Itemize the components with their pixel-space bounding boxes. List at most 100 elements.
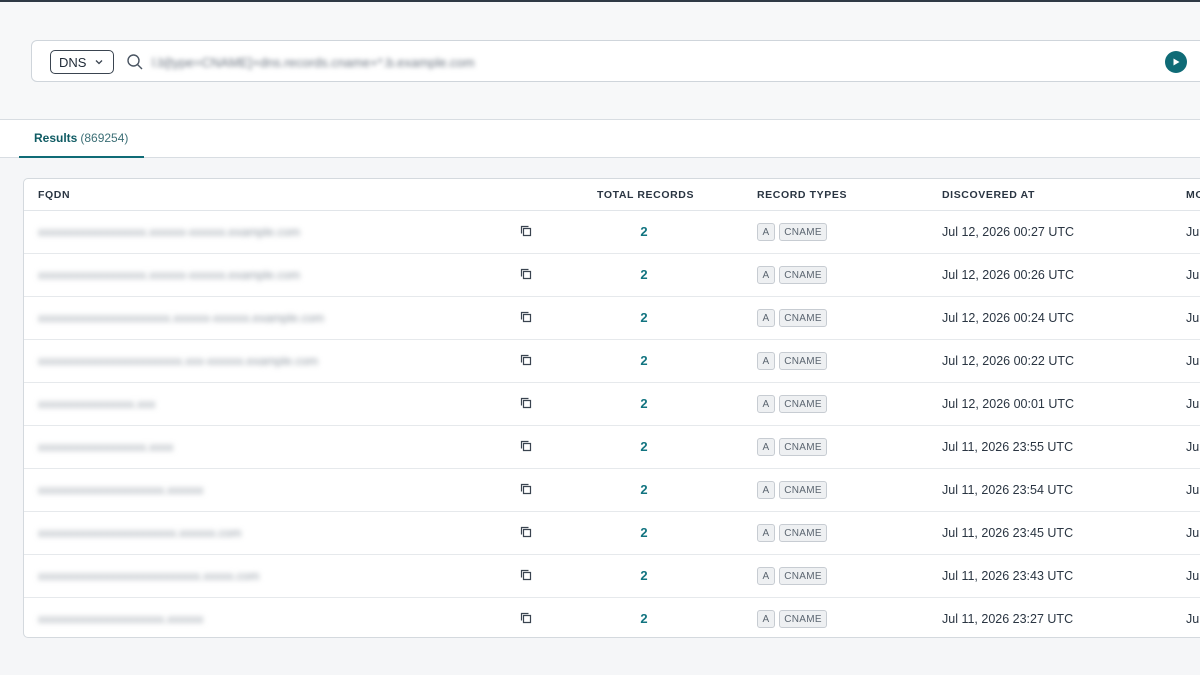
column-header-discovered-at[interactable]: DISCOVERED AT [942, 189, 1035, 201]
record-type-badge-cname: CNAME [779, 438, 827, 456]
record-type-select[interactable]: DNS [50, 50, 114, 74]
total-records-link[interactable]: 2 [624, 310, 664, 325]
table-row[interactable]: xxxxxxxxxxxxxxxxxxxxxx.xxxxxx-xxxxxx.exa… [24, 297, 1200, 340]
discovered-at-value: Jul 12, 2026 00:01 UTC [942, 397, 1075, 411]
copy-icon[interactable] [519, 224, 533, 238]
record-type-badge-cname: CNAME [779, 352, 827, 370]
discovered-at-value: Jul 11, 2026 23:27 UTC [942, 612, 1074, 626]
table-row[interactable]: xxxxxxxxxxxxxxxxxxxxxxxx.xxx-xxxxxx.exam… [24, 340, 1200, 383]
record-type-badge-cname: CNAME [779, 266, 827, 284]
modified-at-value: Ju [1186, 397, 1200, 411]
record-type-badge-a: A [757, 481, 775, 499]
record-type-badge-cname: CNAME [779, 481, 827, 499]
record-type-badge-a: A [757, 567, 775, 585]
modified-at-value: Ju [1186, 354, 1200, 368]
fqdn-value[interactable]: xxxxxxxxxxxxxxxxxxxxxxxx.xxx-xxxxxx.exam… [38, 354, 318, 368]
column-header-total-records[interactable]: TOTAL RECORDS [597, 189, 694, 201]
table-row[interactable]: xxxxxxxxxxxxxxxxxx.xxxxxx-xxxxxx.example… [24, 211, 1200, 254]
column-header-fqdn[interactable]: FQDN [38, 189, 70, 201]
play-circle-icon [1173, 58, 1180, 66]
fqdn-value[interactable]: xxxxxxxxxxxxxxxxxxxxx.xxxxxx [38, 612, 203, 626]
record-type-badge-cname: CNAME [779, 610, 827, 628]
total-records-link[interactable]: 2 [624, 568, 664, 583]
results-table: FQDN TOTAL RECORDS RECORD TYPES DISCOVER… [23, 178, 1200, 638]
record-type-badge-cname: CNAME [779, 567, 827, 585]
table-row[interactable]: xxxxxxxxxxxxxxxxxxxxx.xxxxxx 2 A CNAME Jul 1… [24, 469, 1200, 512]
tab-results-label: Results [34, 131, 78, 145]
record-type-badge-cname: CNAME [779, 524, 827, 542]
record-type-value: DNS [59, 54, 87, 70]
record-type-badge-a: A [757, 610, 775, 628]
record-type-badge-cname: CNAME [779, 309, 827, 327]
record-type-badge-a: A [757, 266, 775, 284]
modified-at-value: Ju [1186, 225, 1200, 239]
record-type-badge-a: A [757, 524, 775, 542]
modified-at-value: Ju [1186, 311, 1200, 325]
fqdn-value[interactable]: xxxxxxxxxxxxxxxxxxxxx.xxxxxx [38, 483, 203, 497]
tabs-bar: Results (869254) [0, 120, 1200, 158]
discovered-at-value: Jul 12, 2026 00:24 UTC [942, 311, 1075, 325]
discovered-at-value: Jul 12, 2026 00:27 UTC [942, 225, 1075, 239]
tab-results-count: (869254) [80, 131, 129, 145]
discovered-at-value: Jul 11, 2026 23:45 UTC [942, 526, 1074, 540]
discovered-at-value: Jul 12, 2026 00:22 UTC [942, 354, 1075, 368]
table-header: FQDN TOTAL RECORDS RECORD TYPES DISCOVER… [24, 179, 1200, 211]
total-records-link[interactable]: 2 [624, 224, 664, 239]
modified-at-value: Ju [1186, 612, 1200, 626]
discovered-at-value: Jul 11, 2026 23:55 UTC [942, 440, 1074, 454]
modified-at-value: Ju [1186, 268, 1200, 282]
record-type-badge-cname: CNAME [779, 223, 827, 241]
total-records-link[interactable]: 2 [624, 353, 664, 368]
chevron-down-icon [95, 60, 103, 65]
modified-at-value: Ju [1186, 483, 1200, 497]
copy-icon[interactable] [519, 396, 533, 410]
copy-icon[interactable] [519, 310, 533, 324]
modified-at-value: Ju [1186, 526, 1200, 540]
table-row[interactable]: xxxxxxxxxxxxxxxxxx.xxxx 2 A CNAME Jul 11, 20… [24, 426, 1200, 469]
total-records-link[interactable]: 2 [624, 439, 664, 454]
fqdn-value[interactable]: xxxxxxxxxxxxxxxxxxxxxxxxxxx.xxxxx.com [38, 569, 259, 583]
table-row[interactable]: xxxxxxxxxxxxxxxx.xxx 2 A CNAME Jul 12, 2026 … [24, 383, 1200, 426]
record-type-badge-a: A [757, 309, 775, 327]
table-row[interactable]: xxxxxxxxxxxxxxxxxxxxxxxxxxx.xxxxx.com 2 A C… [24, 555, 1200, 598]
search-input[interactable] [152, 51, 532, 73]
discovered-at-value: Jul 12, 2026 00:26 UTC [942, 268, 1075, 282]
discovered-at-value: Jul 11, 2026 23:54 UTC [942, 483, 1074, 497]
discovered-at-value: Jul 11, 2026 23:43 UTC [942, 569, 1074, 583]
tab-results[interactable]: Results (869254) [19, 120, 144, 158]
record-type-badge-a: A [757, 352, 775, 370]
copy-icon[interactable] [519, 482, 533, 496]
table-row[interactable]: xxxxxxxxxxxxxxxxxx.xxxxxx-xxxxxx.example… [24, 254, 1200, 297]
search-area: DNS [0, 2, 1200, 120]
modified-at-value: Ju [1186, 440, 1200, 454]
record-type-badge-cname: CNAME [779, 395, 827, 413]
fqdn-value[interactable]: xxxxxxxxxxxxxxxxxx.xxxxxx-xxxxxx.example… [38, 268, 300, 282]
copy-icon[interactable] [519, 611, 533, 625]
record-type-badge-a: A [757, 223, 775, 241]
copy-icon[interactable] [519, 568, 533, 582]
fqdn-value[interactable]: xxxxxxxxxxxxxxxxxxxxxx.xxxxxx-xxxxxx.exa… [38, 311, 324, 325]
copy-icon[interactable] [519, 267, 533, 281]
column-header-record-types[interactable]: RECORD TYPES [757, 189, 847, 201]
record-type-badge-a: A [757, 395, 775, 413]
search-icon [127, 54, 143, 70]
record-type-badge-a: A [757, 438, 775, 456]
fqdn-value[interactable]: xxxxxxxxxxxxxxxxxx.xxxxxx-xxxxxx.example… [38, 225, 300, 239]
fqdn-value[interactable]: xxxxxxxxxxxxxxxx.xxx [38, 397, 155, 411]
fqdn-value[interactable]: xxxxxxxxxxxxxxxxxx.xxxx [38, 440, 173, 454]
submit-search-button[interactable] [1165, 51, 1187, 73]
copy-icon[interactable] [519, 525, 533, 539]
total-records-link[interactable]: 2 [624, 611, 664, 626]
total-records-link[interactable]: 2 [624, 525, 664, 540]
copy-icon[interactable] [519, 439, 533, 453]
table-row[interactable]: xxxxxxxxxxxxxxxxxxxxx.xxxxxx 2 A CNAME Jul 1… [24, 598, 1200, 637]
column-header-modified-at[interactable]: MO [1186, 189, 1200, 201]
search-bar: DNS [31, 40, 1200, 82]
total-records-link[interactable]: 2 [624, 482, 664, 497]
modified-at-value: Ju [1186, 569, 1200, 583]
total-records-link[interactable]: 2 [624, 396, 664, 411]
total-records-link[interactable]: 2 [624, 267, 664, 282]
fqdn-value[interactable]: xxxxxxxxxxxxxxxxxxxxxxx.xxxxxx.com [38, 526, 241, 540]
copy-icon[interactable] [519, 353, 533, 367]
table-row[interactable]: xxxxxxxxxxxxxxxxxxxxxxx.xxxxxx.com 2 A CNAM… [24, 512, 1200, 555]
